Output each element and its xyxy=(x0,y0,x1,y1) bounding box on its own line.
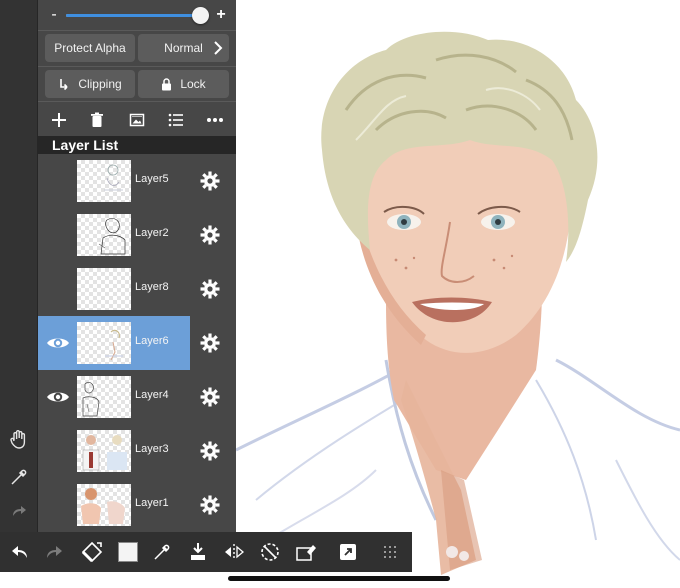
eyedropper-icon[interactable] xyxy=(150,540,174,564)
layer-list-menu-icon[interactable] xyxy=(165,109,187,131)
home-indicator[interactable] xyxy=(228,576,450,581)
slider-knob[interactable] xyxy=(191,7,209,24)
opacity-slider[interactable] xyxy=(66,7,209,24)
layer-list: Layer5 Layer2 Layer8 Layer6 Layer4 Layer… xyxy=(38,154,236,532)
app-screen: - + Protect Alpha Normal Clipping Lock L… xyxy=(0,0,680,588)
redo-icon[interactable] xyxy=(42,540,66,564)
layer-thumbnail xyxy=(77,376,131,418)
layer-row-layer5[interactable]: Layer5 xyxy=(38,154,236,208)
more-options-icon[interactable] xyxy=(204,109,226,131)
layer-thumbnail xyxy=(77,430,131,472)
layer-name: Layer6 xyxy=(135,335,169,347)
layer-row-layer8[interactable]: Layer8 xyxy=(38,262,236,316)
redo-icon[interactable] xyxy=(4,496,34,526)
chevron-right-icon xyxy=(214,41,223,55)
layer-name: Layer4 xyxy=(135,389,169,401)
clipping-icon xyxy=(60,78,68,90)
export-icon[interactable] xyxy=(336,540,360,564)
left-tool-strip xyxy=(0,0,38,532)
rotate-icon[interactable] xyxy=(258,540,282,564)
grid-icon[interactable] xyxy=(378,540,402,564)
layer-row-layer4[interactable]: Layer4 xyxy=(38,370,236,424)
layer-row-layer1[interactable]: Layer1 xyxy=(38,478,236,532)
gear-icon[interactable] xyxy=(199,278,221,300)
import-image-icon[interactable] xyxy=(126,109,148,131)
hand-icon[interactable] xyxy=(4,424,34,454)
eye-icon[interactable] xyxy=(46,332,70,354)
eyedropper-icon[interactable] xyxy=(4,462,34,492)
lock-button[interactable]: Lock xyxy=(138,70,229,98)
layer-name: Layer5 xyxy=(135,173,169,185)
divider xyxy=(38,30,236,31)
layer-name: Layer3 xyxy=(135,443,169,455)
layer-row-layer6[interactable]: Layer6 xyxy=(38,316,236,370)
divider xyxy=(38,66,236,67)
layer-thumbnail xyxy=(77,160,131,202)
clipping-button[interactable]: Clipping xyxy=(45,70,135,98)
add-layer-icon[interactable] xyxy=(48,109,70,131)
drawing-canvas[interactable] xyxy=(236,0,680,588)
lock-label: Lock xyxy=(180,77,206,91)
layer-name: Layer2 xyxy=(135,227,169,239)
layer-thumbnail xyxy=(77,214,131,256)
blend-mode-label: Normal xyxy=(164,41,203,55)
layer-toolbar xyxy=(38,102,236,136)
layer-thumbnail xyxy=(77,268,131,310)
slider-fill xyxy=(66,14,200,17)
opacity-slider-row: - + xyxy=(38,0,236,30)
undo-icon[interactable] xyxy=(8,540,32,564)
transform-icon[interactable] xyxy=(80,540,104,564)
delete-layer-icon[interactable] xyxy=(86,109,108,131)
bottom-toolbar xyxy=(0,532,412,572)
layer-name: Layer1 xyxy=(135,497,169,509)
gear-icon[interactable] xyxy=(199,494,221,516)
color-swatch[interactable] xyxy=(116,540,140,564)
layer-panel: - + Protect Alpha Normal Clipping Lock L… xyxy=(38,0,236,532)
gear-icon[interactable] xyxy=(199,386,221,408)
eraser-icon[interactable] xyxy=(294,540,318,564)
flip-icon[interactable] xyxy=(222,540,246,564)
slider-increase-button[interactable]: + xyxy=(212,6,230,24)
lock-icon xyxy=(162,77,172,90)
layer-thumbnail xyxy=(77,322,131,364)
layer-row-layer3[interactable]: Layer3 xyxy=(38,424,236,478)
blend-mode-button[interactable]: Normal xyxy=(138,34,229,62)
gear-icon[interactable] xyxy=(199,170,221,192)
gear-icon[interactable] xyxy=(199,332,221,354)
layer-row-layer2[interactable]: Layer2 xyxy=(38,208,236,262)
gear-icon[interactable] xyxy=(199,440,221,462)
protect-alpha-button[interactable]: Protect Alpha xyxy=(45,34,135,62)
clipping-label: Clipping xyxy=(78,77,122,91)
layer-thumbnail xyxy=(77,484,131,526)
layer-list-title: Layer List xyxy=(38,136,236,154)
slider-decrease-button[interactable]: - xyxy=(46,6,62,24)
fill-icon[interactable] xyxy=(186,540,210,564)
gear-icon[interactable] xyxy=(199,224,221,246)
eye-icon[interactable] xyxy=(46,386,70,408)
layer-name: Layer8 xyxy=(135,281,169,293)
protect-alpha-label: Protect Alpha xyxy=(54,41,126,55)
